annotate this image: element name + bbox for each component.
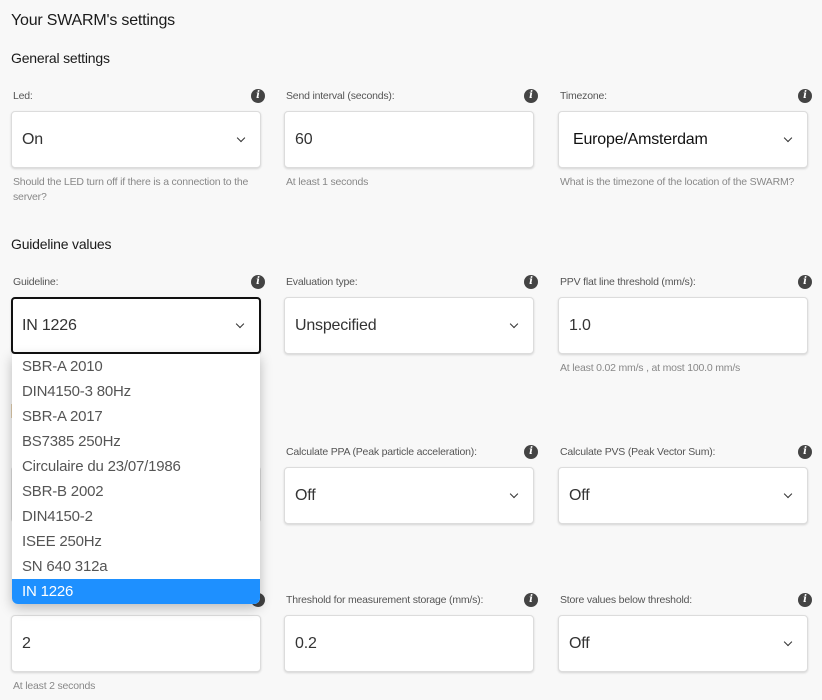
guideline-value: IN 1226 <box>22 316 77 334</box>
ppv-threshold-value: 1.0 <box>569 316 591 334</box>
chevron-down-icon <box>783 133 793 142</box>
ppv-threshold-input[interactable]: 1.0 <box>558 297 808 354</box>
dropdown-option[interactable]: Circulaire du 23/07/1986 <box>12 454 260 479</box>
pvs-label: Calculate PVS (Peak Vector Sum): <box>560 446 716 458</box>
storage-threshold-input[interactable]: 0.2 <box>284 615 534 672</box>
info-icon[interactable]: i <box>798 275 812 289</box>
send-interval-label: Send interval (seconds): <box>286 90 395 102</box>
dropdown-option[interactable]: DIN4150-3 80Hz <box>12 379 260 404</box>
dropdown-option[interactable]: IN 1226 <box>12 579 260 604</box>
pvs-field: Calculate PVS (Peak Vector Sum): i Off <box>558 444 812 524</box>
ppa-field: Calculate PPA (Peak particle acceleratio… <box>284 444 538 524</box>
chevron-down-icon <box>235 319 245 328</box>
info-icon[interactable]: i <box>524 275 538 289</box>
evaluation-type-label: Evaluation type: <box>286 276 358 288</box>
info-icon[interactable]: i <box>798 445 812 459</box>
guideline-select[interactable]: IN 1226 <box>11 297 261 354</box>
timezone-label: Timezone: <box>560 90 607 102</box>
storage-interval-value: 2 <box>22 634 31 652</box>
ppa-select[interactable]: Off <box>284 467 534 524</box>
store-below-value: Off <box>569 634 590 652</box>
guideline-dropdown: SBR-A 2010 DIN4150-3 80Hz SBR-A 2017 BS7385… <box>12 354 260 604</box>
storage-threshold-field: Threshold for measurement storage (mm/s)… <box>284 592 538 672</box>
ppa-value: Off <box>295 486 316 504</box>
timezone-select[interactable]: Europe/Amsterdam <box>558 111 808 168</box>
pvs-value: Off <box>569 486 590 504</box>
ppv-threshold-field: PPV flat line threshold (mm/s): i 1.0 At… <box>558 274 812 376</box>
evaluation-type-field: Evaluation type: i Unspecified <box>284 274 538 354</box>
send-interval-hint: At least 1 seconds <box>286 176 369 188</box>
dropdown-option[interactable]: SBR-A 2017 <box>12 404 260 429</box>
ppv-threshold-label: PPV flat line threshold (mm/s): <box>560 276 696 288</box>
info-icon[interactable]: i <box>798 593 812 607</box>
dropdown-option[interactable]: SBR-A 2010 <box>12 354 260 379</box>
chevron-down-icon <box>783 637 793 646</box>
storage-threshold-value: 0.2 <box>295 634 317 652</box>
dropdown-option[interactable]: SN 640 312a <box>12 554 260 579</box>
chevron-down-icon <box>509 489 519 498</box>
ppa-label: Calculate PPA (Peak particle acceleratio… <box>286 446 477 458</box>
timezone-field: Timezone: i Europe/Amsterdam What is the… <box>558 88 812 190</box>
info-icon[interactable]: i <box>524 89 538 103</box>
send-interval-input[interactable]: 60 <box>284 111 534 168</box>
guideline-field: Guideline: i IN 1226 <box>11 274 265 354</box>
dropdown-option[interactable]: ISEE 250Hz <box>12 529 260 554</box>
led-label: Led: <box>13 90 33 102</box>
info-icon[interactable]: i <box>251 89 265 103</box>
dropdown-option[interactable]: BS7385 250Hz <box>12 429 260 454</box>
timezone-hint: What is the timezone of the location of … <box>560 176 795 188</box>
storage-interval-field: i 2 At least 2 seconds <box>11 592 265 694</box>
section-title-general: General settings <box>11 50 110 66</box>
dropdown-option[interactable]: SBR-B 2002 <box>12 479 260 504</box>
ppv-threshold-hint: At least 0.02 mm/s , at most 100.0 mm/s <box>560 362 741 374</box>
chevron-down-icon <box>509 319 519 328</box>
store-below-field: Store values below threshold: i Off <box>558 592 812 672</box>
timezone-value: Europe/Amsterdam <box>573 130 708 148</box>
info-icon[interactable]: i <box>524 445 538 459</box>
dropdown-option[interactable]: DIN4150-2 <box>12 504 260 529</box>
storage-interval-hint: At least 2 seconds <box>13 680 96 692</box>
store-below-select[interactable]: Off <box>558 615 808 672</box>
storage-interval-input[interactable]: 2 <box>11 615 261 672</box>
chevron-down-icon <box>783 489 793 498</box>
pvs-select[interactable]: Off <box>558 467 808 524</box>
storage-threshold-label: Threshold for measurement storage (mm/s)… <box>286 594 484 606</box>
led-field: Led: i On Should the LED turn off if the… <box>11 88 265 205</box>
info-icon[interactable]: i <box>251 275 265 289</box>
send-interval-value: 60 <box>295 130 313 148</box>
evaluation-type-value: Unspecified <box>295 316 377 334</box>
evaluation-type-select[interactable]: Unspecified <box>284 297 534 354</box>
led-value: On <box>22 130 43 148</box>
guideline-label: Guideline: <box>13 276 59 288</box>
chevron-down-icon <box>236 133 246 142</box>
send-interval-field: Send interval (seconds): i 60 At least 1… <box>284 88 538 190</box>
page-title: Your SWARM's settings <box>11 12 175 29</box>
led-select[interactable]: On <box>11 111 261 168</box>
section-title-guideline: Guideline values <box>11 236 112 252</box>
info-icon[interactable]: i <box>798 89 812 103</box>
led-hint: Should the LED turn off if there is a co… <box>13 176 249 203</box>
info-icon[interactable]: i <box>524 593 538 607</box>
store-below-label: Store values below threshold: <box>560 594 692 606</box>
